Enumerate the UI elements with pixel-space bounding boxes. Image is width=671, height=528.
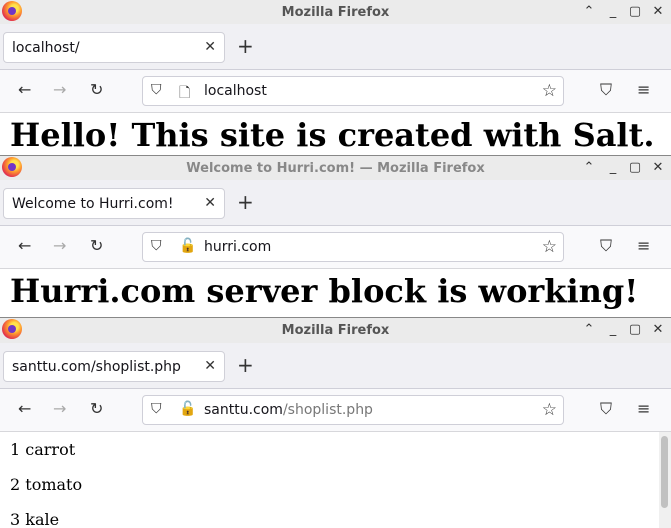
pocket-icon[interactable]: ⛉	[600, 81, 612, 99]
hamburger-menu-icon[interactable]: ≡	[637, 400, 650, 418]
scrollbar-thumb[interactable]	[661, 436, 668, 508]
url-text[interactable]: hurri.com	[204, 239, 271, 255]
close-icon[interactable]: ✕	[649, 321, 667, 339]
list-item: 2 tomato	[10, 475, 83, 494]
new-tab-icon[interactable]: +	[237, 354, 254, 376]
window-title: Welcome to Hurri.com! — Mozilla Firefox	[186, 161, 485, 176]
navigation-toolbar: ← → ↻ ⛉ 🗋 localhost ☆ ⛉ ≡	[0, 70, 671, 113]
minimize-icon[interactable]: _	[604, 3, 622, 21]
chevron-up-icon[interactable]: ⌃	[580, 321, 598, 339]
chevron-up-icon[interactable]: ⌃	[580, 3, 598, 21]
page-heading: Hello! This site is created with Salt.	[10, 116, 655, 154]
maximize-icon[interactable]: ▢	[626, 159, 644, 177]
tab-strip: santtu.com/shoplist.php ✕ +	[0, 343, 671, 389]
url-text[interactable]: santtu.com/shoplist.php	[204, 402, 373, 418]
tab-title: Welcome to Hurri.com!	[12, 196, 174, 212]
tab-close-icon[interactable]: ✕	[204, 358, 216, 374]
tab-strip: localhost/ ✕ +	[0, 24, 671, 70]
firefox-window-santtu: Mozilla Firefox ⌃ _ ▢ ✕ santtu.com/shopl…	[0, 317, 671, 528]
page-icon[interactable]: 🗋	[179, 82, 190, 106]
page-content: 1 carrot 2 tomato 3 kale	[0, 432, 671, 528]
forward-arrow-icon[interactable]: →	[53, 237, 66, 255]
firefox-window-localhost: Mozilla Firefox ⌃ _ ▢ ✕ localhost/ ✕ + ←…	[0, 0, 671, 155]
hamburger-menu-icon[interactable]: ≡	[637, 237, 650, 255]
navigation-toolbar: ← → ↻ ⛉ 🔓 hurri.com ☆ ⛉ ≡	[0, 226, 671, 269]
star-icon[interactable]: ☆	[542, 81, 557, 101]
list-item: 1 carrot	[10, 440, 76, 459]
shield-icon[interactable]: ⛉	[151, 82, 162, 98]
firefox-window-hurri: Welcome to Hurri.com! — Mozilla Firefox …	[0, 155, 671, 317]
url-bar[interactable]: ⛉ 🗋 localhost ☆	[142, 76, 564, 106]
window-titlebar[interactable]: Mozilla Firefox ⌃ _ ▢ ✕	[0, 0, 671, 24]
close-icon[interactable]: ✕	[649, 159, 667, 177]
url-host: localhost	[204, 83, 267, 99]
tab-title: santtu.com/shoplist.php	[12, 359, 181, 375]
tab-strip: Welcome to Hurri.com! ✕ +	[0, 180, 671, 226]
tab-close-icon[interactable]: ✕	[204, 39, 216, 55]
url-text[interactable]: localhost	[204, 83, 267, 99]
url-host: hurri.com	[204, 239, 272, 255]
insecure-lock-icon[interactable]: 🔓	[179, 238, 196, 254]
reload-icon[interactable]: ↻	[90, 81, 103, 99]
page-content: Hello! This site is created with Salt.	[0, 113, 671, 155]
close-icon[interactable]: ✕	[649, 3, 667, 21]
chevron-up-icon[interactable]: ⌃	[580, 159, 598, 177]
url-host: santtu.com	[204, 402, 283, 418]
tab-close-icon[interactable]: ✕	[204, 195, 216, 211]
new-tab-icon[interactable]: +	[237, 191, 254, 213]
forward-arrow-icon[interactable]: →	[53, 400, 66, 418]
browser-tab[interactable]: Welcome to Hurri.com! ✕	[3, 188, 225, 219]
new-tab-icon[interactable]: +	[237, 35, 254, 57]
shield-icon[interactable]: ⛉	[151, 238, 162, 254]
browser-tab[interactable]: localhost/ ✕	[3, 32, 225, 63]
window-title: Mozilla Firefox	[281, 323, 390, 338]
url-path: /shoplist.php	[282, 402, 373, 418]
forward-arrow-icon[interactable]: →	[53, 81, 66, 99]
pocket-icon[interactable]: ⛉	[600, 237, 612, 255]
minimize-icon[interactable]: _	[604, 159, 622, 177]
shield-icon[interactable]: ⛉	[151, 401, 162, 417]
maximize-icon[interactable]: ▢	[626, 321, 644, 339]
url-bar[interactable]: ⛉ 🔓 hurri.com ☆	[142, 232, 564, 262]
list-item: 3 kale	[10, 510, 60, 528]
reload-icon[interactable]: ↻	[90, 400, 103, 418]
tab-title: localhost/	[12, 40, 80, 56]
url-bar[interactable]: ⛉ 🔓 santtu.com/shoplist.php ☆	[142, 395, 564, 425]
browser-tab[interactable]: santtu.com/shoplist.php ✕	[3, 351, 225, 382]
star-icon[interactable]: ☆	[542, 400, 557, 420]
hamburger-menu-icon[interactable]: ≡	[637, 81, 650, 99]
page-heading: Hurri.com server block is working!	[10, 272, 639, 310]
reload-icon[interactable]: ↻	[90, 237, 103, 255]
window-title: Mozilla Firefox	[281, 5, 390, 20]
scrollbar-track[interactable]	[659, 432, 671, 528]
back-arrow-icon[interactable]: ←	[18, 400, 31, 418]
window-titlebar[interactable]: Mozilla Firefox ⌃ _ ▢ ✕	[0, 318, 671, 343]
back-arrow-icon[interactable]: ←	[18, 237, 31, 255]
maximize-icon[interactable]: ▢	[626, 3, 644, 21]
back-arrow-icon[interactable]: ←	[18, 81, 31, 99]
window-titlebar[interactable]: Welcome to Hurri.com! — Mozilla Firefox …	[0, 156, 671, 180]
page-content: Hurri.com server block is working!	[0, 269, 671, 317]
insecure-lock-icon[interactable]: 🔓	[179, 401, 196, 417]
navigation-toolbar: ← → ↻ ⛉ 🔓 santtu.com/shoplist.php ☆ ⛉ ≡	[0, 389, 671, 432]
star-icon[interactable]: ☆	[542, 237, 557, 257]
minimize-icon[interactable]: _	[604, 321, 622, 339]
pocket-icon[interactable]: ⛉	[600, 400, 612, 418]
